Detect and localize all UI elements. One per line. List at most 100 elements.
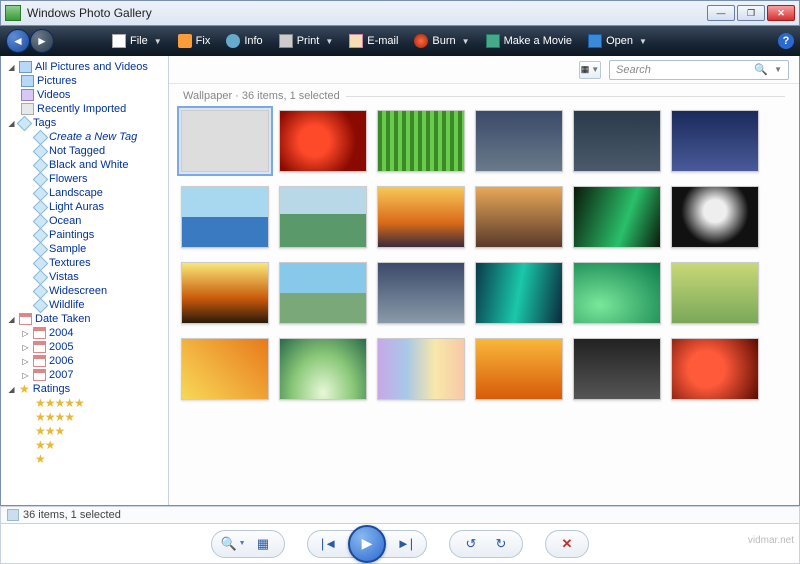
tree-tag-item[interactable]: Vistas [1,270,168,284]
tree-tags[interactable]: ◢Tags [1,116,168,130]
thumbnail[interactable] [475,338,563,400]
help-button[interactable]: ? [778,33,794,49]
rating-3-stars[interactable]: ★★★ [1,424,168,438]
rotate-cw-button[interactable]: ↻ [486,531,516,557]
thumbnail[interactable] [181,262,269,324]
status-bar: 36 items, 1 selected [0,506,800,524]
thumbnail[interactable] [671,110,759,172]
next-button[interactable]: ►| [390,531,420,557]
tree-date-taken[interactable]: ◢Date Taken [1,312,168,326]
thumbnail[interactable] [377,110,465,172]
info-button[interactable]: Info [218,27,270,55]
thumbnail[interactable] [475,262,563,324]
thumbnail[interactable] [181,338,269,400]
thumbnail[interactable] [181,186,269,248]
expand-icon[interactable]: ▷ [21,329,30,338]
tree-tag-item[interactable]: Textures [1,256,168,270]
thumbnail-scroll-area[interactable] [169,104,799,505]
nav-forward-button[interactable]: ► [30,29,54,53]
expand-icon[interactable]: ◢ [7,119,16,128]
tree-label: 2006 [49,355,73,367]
search-placeholder: Search [616,64,651,76]
thumbnail[interactable] [475,186,563,248]
thumbnail[interactable] [377,186,465,248]
tree-date-item[interactable]: ▷ 2006 [1,354,168,368]
nav-back-button[interactable]: ◄ [6,29,30,53]
open-menu[interactable]: Open▼ [580,27,655,55]
thumbnail[interactable] [377,262,465,324]
movie-icon [486,34,500,48]
tree-date-item[interactable]: ▷2005 [1,340,168,354]
thumbnail[interactable] [279,338,367,400]
tree-label: Flowers [49,173,88,185]
thumbnail[interactable] [671,262,759,324]
rating-2-stars[interactable]: ★★ [1,438,168,452]
print-label: Print [297,35,320,47]
make-movie-button[interactable]: Make a Movie [478,27,580,55]
tree-label: Black and White [49,159,128,171]
rating-1-star[interactable]: ★ [1,452,168,466]
tree-tag-item[interactable]: Black and White [1,158,168,172]
previous-button[interactable]: |◄ [314,531,344,557]
thumbnail[interactable] [573,338,661,400]
tree-tag-item[interactable]: Wildlife [1,298,168,312]
tree-tag-item[interactable]: Flowers [1,172,168,186]
search-input[interactable]: Search 🔍▼ [609,60,789,80]
tree-label: Sample [49,243,86,255]
thumbnail[interactable] [573,186,661,248]
slideshow-button[interactable]: ▶ [348,525,386,563]
thumbnail[interactable] [279,262,367,324]
thumbnail[interactable] [671,338,759,400]
thumbnail[interactable] [573,110,661,172]
print-menu[interactable]: Print▼ [271,27,342,55]
tree-tag-item[interactable]: Landscape [1,186,168,200]
rotate-ccw-button[interactable]: ↺ [456,531,486,557]
close-button[interactable]: ✕ [767,5,795,21]
tree-videos[interactable]: Videos [1,88,168,102]
tag-icon [33,199,49,215]
tree-recently-imported[interactable]: Recently Imported [1,102,168,116]
tree-date-item[interactable]: ▷2004 [1,326,168,340]
file-menu[interactable]: File▼ [104,27,170,55]
maximize-button[interactable]: ❐ [737,5,765,21]
expand-icon[interactable]: ◢ [7,385,16,394]
expand-icon[interactable]: ▷ [21,371,30,380]
tree-pictures[interactable]: Pictures [1,74,168,88]
fix-button[interactable]: Fix [170,27,219,55]
tree-date-item[interactable]: ▷2007 [1,368,168,382]
thumbnail[interactable] [279,110,367,172]
rating-5-stars[interactable]: ★★★★★ [1,396,168,410]
thumbnail-view-button[interactable]: ▦▼ [579,61,601,79]
rating-4-stars[interactable]: ★★★★ [1,410,168,424]
thumbnail[interactable] [671,186,759,248]
calendar-icon [33,327,46,339]
delete-button[interactable]: ✕ [552,531,582,557]
thumbnail[interactable] [475,110,563,172]
tree-root-all[interactable]: ◢All Pictures and Videos [1,60,168,74]
thumbnail-size-button[interactable]: ▦ [248,531,278,557]
expand-icon[interactable]: ▷ [21,357,30,366]
thumbnail[interactable] [573,262,661,324]
tree-create-tag[interactable]: Create a New Tag [1,130,168,144]
tag-icon [33,255,49,271]
tree-tag-item[interactable]: Not Tagged [1,144,168,158]
email-button[interactable]: E-mail [341,27,406,55]
tree-ratings[interactable]: ◢★Ratings [1,382,168,396]
title-bar: Windows Photo Gallery — ❐ ✕ [0,0,800,26]
tree-tag-item[interactable]: Paintings [1,228,168,242]
tree-tag-item[interactable]: Ocean [1,214,168,228]
open-label: Open [606,35,633,47]
file-label: File [130,35,148,47]
minimize-button[interactable]: — [707,5,735,21]
expand-icon[interactable]: ◢ [7,315,16,324]
expand-icon[interactable]: ◢ [7,63,16,72]
expand-icon[interactable]: ▷ [21,343,30,352]
thumbnail[interactable] [279,186,367,248]
tree-tag-item[interactable]: Sample [1,242,168,256]
tree-tag-item[interactable]: Widescreen [1,284,168,298]
burn-menu[interactable]: Burn▼ [406,27,477,55]
thumbnail[interactable] [181,110,269,172]
zoom-button[interactable]: 🔍▼ [218,531,248,557]
tree-tag-item[interactable]: Light Auras [1,200,168,214]
thumbnail[interactable] [377,338,465,400]
